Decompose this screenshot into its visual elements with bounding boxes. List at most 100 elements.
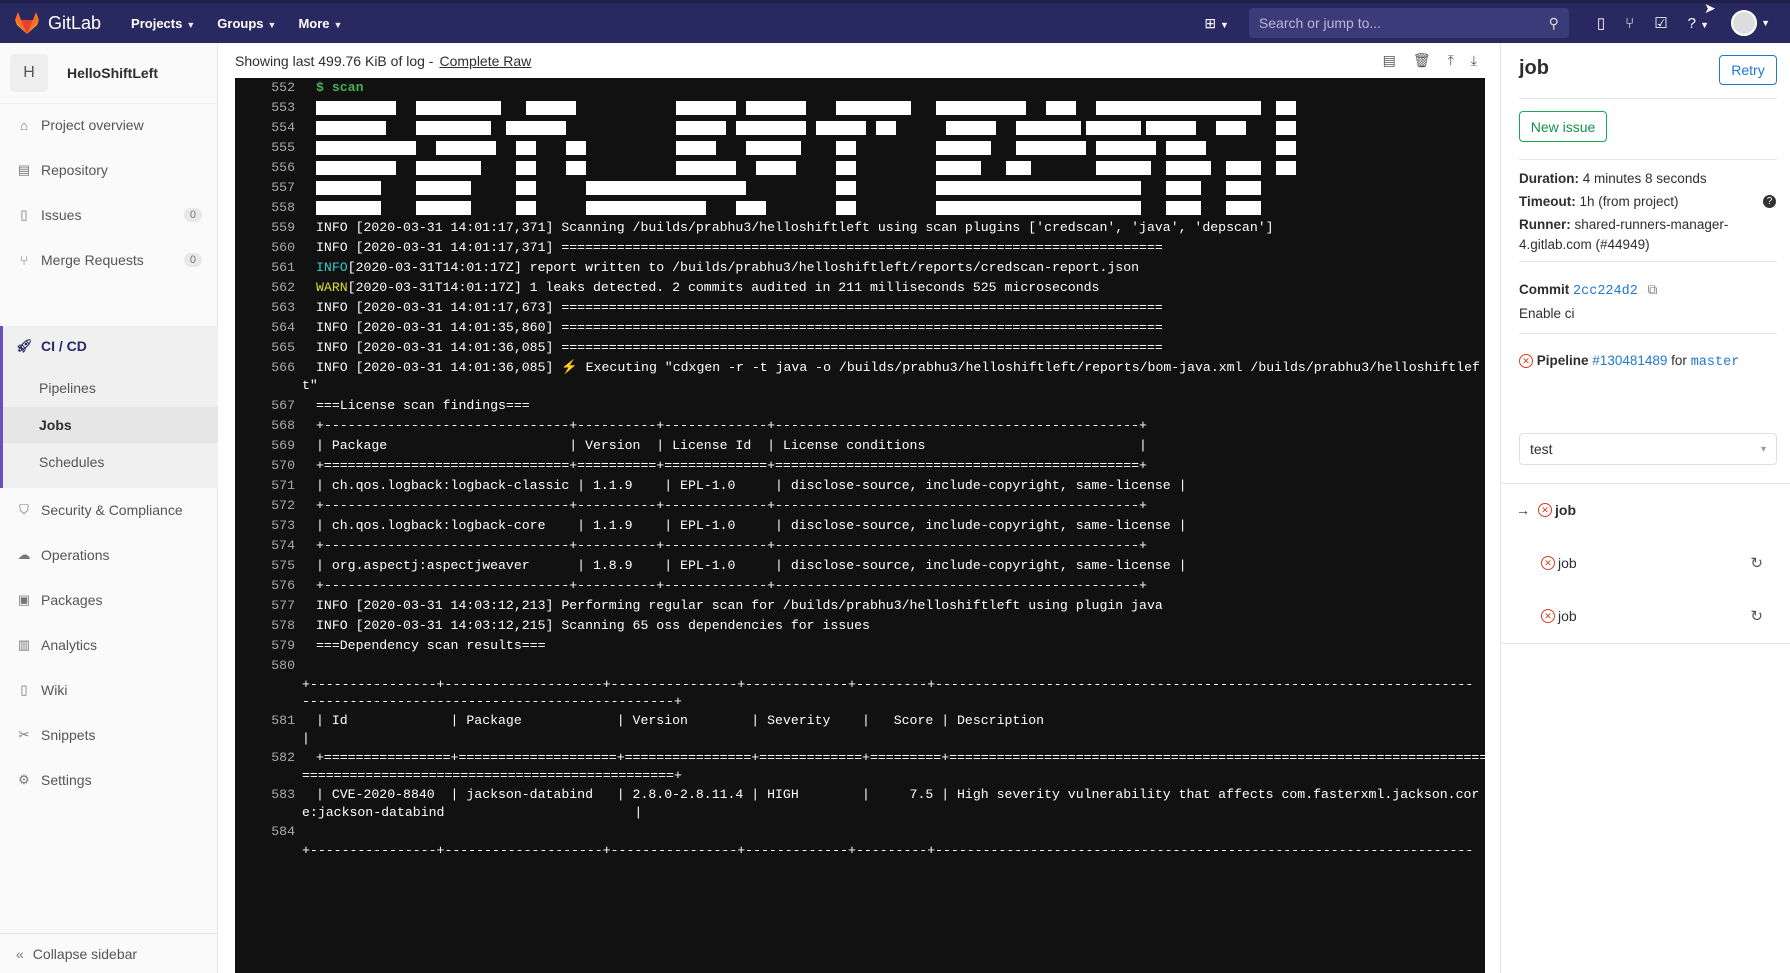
log-line-number[interactable]: 555 <box>235 138 295 158</box>
sidebar-item-settings[interactable]: ⚙ Settings <box>0 760 218 800</box>
log-line-number[interactable]: 571 <box>235 476 295 496</box>
collapse-sidebar-button[interactable]: « Collapse sidebar <box>0 933 218 973</box>
log-line-number[interactable]: 559 <box>235 218 295 238</box>
log-line-number[interactable]: 572 <box>235 496 295 516</box>
complete-raw-link[interactable]: Complete Raw <box>439 53 531 69</box>
sidebar-item-issues[interactable]: ▯ Issues 0 <box>0 195 218 235</box>
sidebar-item-operations[interactable]: ☁ Operations <box>0 535 218 575</box>
merge-request-icon[interactable]: ⑂ <box>1625 15 1634 32</box>
log-line-text: $ scan <box>316 78 363 98</box>
log-line-number[interactable]: 562 <box>235 278 295 298</box>
gitlab-logo[interactable]: GitLab <box>14 11 101 35</box>
retry-button[interactable]: Retry <box>1719 55 1777 85</box>
commit-sha-link[interactable]: 2cc224d2 <box>1573 284 1638 299</box>
log-line-number[interactable]: 579 <box>235 636 295 656</box>
log-line-number[interactable]: 573 <box>235 516 295 536</box>
branch-link[interactable]: master <box>1691 355 1740 370</box>
log-line-number[interactable]: 557 <box>235 178 295 198</box>
log-lines: 552 $ scan 553 554 555 556 557 558 559 INFO [2020… <box>235 78 1485 973</box>
sidebar-item-wiki[interactable]: ▯ Wiki <box>0 670 218 710</box>
log-line-number[interactable]: 553 <box>235 98 295 118</box>
log-line-text: | Id | Package | Version | Severity | Sc… <box>316 711 1044 731</box>
log-line-number[interactable]: 578 <box>235 616 295 636</box>
log-line-number[interactable]: 554 <box>235 118 295 138</box>
log-line-number[interactable]: 561 <box>235 258 295 278</box>
log-line-number[interactable]: 560 <box>235 238 295 258</box>
log-line-number[interactable]: 581 <box>235 711 295 731</box>
job-list-item-current[interactable]: → ✕ job <box>1501 490 1790 530</box>
sidebar-item-snippets[interactable]: ✂ Snippets <box>0 715 218 755</box>
help-icon[interactable]: ? ▼ <box>1688 15 1709 32</box>
sidebar-item-cicd[interactable]: 🚀︎ CI / CD <box>0 326 218 366</box>
log-line-number[interactable]: 556 <box>235 158 295 178</box>
sidebar-item-packages[interactable]: ▣ Packages <box>0 580 218 620</box>
chevron-down-icon[interactable]: ▼ <box>1761 18 1770 28</box>
log-line-number[interactable]: 565 <box>235 338 295 358</box>
new-dropdown-button[interactable]: ⊞ ▼ <box>1204 15 1229 32</box>
ascii-banner-block <box>1096 141 1156 155</box>
log-line: 553 <box>235 98 1485 118</box>
job-list-item[interactable]: ✕ job ↻ <box>1501 596 1790 636</box>
project-header[interactable]: H HelloShiftLeft <box>0 43 217 104</box>
sidebar-subitem-pipelines[interactable]: Pipelines <box>3 370 218 406</box>
copy-icon[interactable]: ⧉ <box>1648 282 1658 297</box>
new-issue-button[interactable]: New issue <box>1519 111 1607 142</box>
scroll-to-top-icon[interactable]: ⤒ <box>1448 52 1454 69</box>
sidebar-item-label: Analytics <box>41 637 98 653</box>
log-line-text: INFO [2020-03-31 14:01:17,673] =========… <box>316 298 1163 318</box>
log-line-text: INFO [2020-03-31 14:01:36,085] =========… <box>316 338 1163 358</box>
scroll-to-bottom-icon[interactable]: ⤓ <box>1471 52 1477 69</box>
nav-projects[interactable]: Projects ▼ <box>131 16 195 31</box>
log-line-number[interactable]: 563 <box>235 298 295 318</box>
sidebar-item-repository[interactable]: ▤ Repository <box>0 150 218 190</box>
pipeline-link[interactable]: #130481489 <box>1592 353 1667 368</box>
todo-icon[interactable]: ☑ <box>1654 14 1667 32</box>
stage-select[interactable]: test ▾ <box>1519 433 1777 465</box>
log-line-number[interactable]: 576 <box>235 576 295 596</box>
log-line-number[interactable]: 583 <box>235 785 295 805</box>
log-line-number[interactable]: 552 <box>235 78 295 98</box>
log-line-number[interactable]: 570 <box>235 456 295 476</box>
log-line-number[interactable]: 584 <box>235 822 295 842</box>
retry-icon[interactable]: ↻ <box>1750 554 1763 572</box>
log-line-number[interactable]: 582 <box>235 748 295 768</box>
sidebar-item-label: Packages <box>41 592 103 608</box>
log-line-number[interactable]: 567 <box>235 396 295 416</box>
log-line-number[interactable]: 568 <box>235 416 295 436</box>
retry-icon[interactable]: ↻ <box>1750 607 1763 625</box>
log-line-number[interactable]: 558 <box>235 198 295 218</box>
log-line: 555 <box>235 138 1485 158</box>
log-line-number[interactable]: 566 <box>235 358 295 378</box>
sidebar-subitem-jobs[interactable]: Jobs <box>3 407 218 443</box>
ascii-banner-block <box>566 161 586 175</box>
ascii-banner-block <box>936 141 991 155</box>
log-line: 562 WARN[2020-03-31T14:01:17Z] 1 leaks de… <box>235 278 1485 298</box>
nav-groups[interactable]: Groups ▼ <box>217 16 276 31</box>
erase-log-icon[interactable]: 🗑︎ <box>1413 52 1431 69</box>
raw-log-icon[interactable]: ▤ <box>1383 52 1396 69</box>
job-list-item[interactable]: ✕ job ↻ <box>1501 543 1790 583</box>
sidebar-subitem-schedules[interactable]: Schedules <box>3 444 218 480</box>
log-line-number[interactable]: 569 <box>235 436 295 456</box>
chevron-down-icon: ▼ <box>333 19 343 30</box>
failed-status-icon: ✕ <box>1541 609 1555 623</box>
help-icon[interactable]: ? <box>1763 195 1776 208</box>
sidebar-item-project-overview[interactable]: ⌂ Project overview <box>0 105 218 145</box>
log-line-number[interactable]: 580 <box>235 656 295 676</box>
search-input[interactable]: Search or jump to... ⚲ <box>1248 8 1569 38</box>
sidebar-item-analytics[interactable]: ▥ Analytics <box>0 625 218 665</box>
nav-more[interactable]: More ▼ <box>298 16 342 31</box>
issues-icon[interactable]: ▯ <box>1597 14 1605 32</box>
log-line-number[interactable]: 575 <box>235 556 295 576</box>
log-text: | org.aspectj:aspectjweaver | 1.8.9 | EP… <box>316 558 1187 573</box>
log-line-text: INFO [2020-03-31 14:01:17,371] =========… <box>316 238 1163 258</box>
log-line-number[interactable]: 574 <box>235 536 295 556</box>
sidebar-item-security-compliance[interactable]: ⛉ Security & Compliance <box>0 490 218 530</box>
user-avatar[interactable] <box>1731 10 1758 36</box>
log-line-number[interactable]: 564 <box>235 318 295 338</box>
ascii-banner-block <box>506 121 566 135</box>
mouse-cursor-icon: ➤ <box>1704 0 1716 16</box>
log-line-number[interactable]: 577 <box>235 596 295 616</box>
sidebar-item-merge-requests[interactable]: ⑂ Merge Requests 0 <box>0 240 218 280</box>
log-line-text: +-------------------------------+-------… <box>316 496 1147 516</box>
